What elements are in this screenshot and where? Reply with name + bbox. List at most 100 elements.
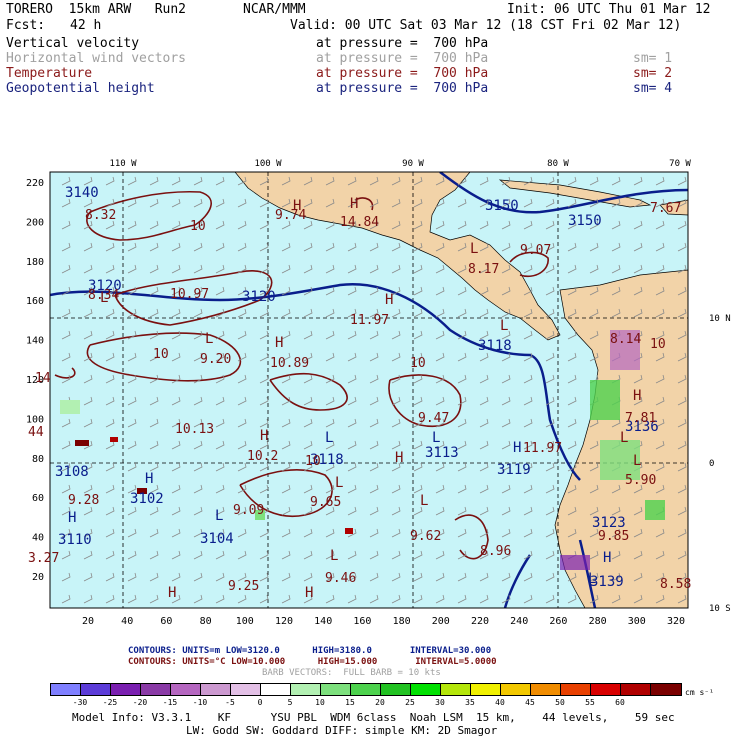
- physics-info: LW: Godd SW: Goddard DIFF: simple KM: 2D…: [186, 724, 498, 737]
- y-tick-label: 100: [26, 414, 44, 425]
- high-low-marker: H: [275, 335, 283, 351]
- colorbar-label: 55: [585, 698, 595, 707]
- temperature-contour-label: 9.20: [200, 352, 231, 367]
- x-tick-label: 160: [353, 616, 371, 627]
- height-contour-label: 3108: [55, 464, 89, 480]
- temperature-contour-label: 14.84: [340, 215, 379, 230]
- high-low-marker: H: [513, 440, 521, 456]
- temperature-contour-label: 9.25: [228, 579, 259, 594]
- high-low-marker: H: [385, 292, 393, 308]
- y-tick-label: 180: [26, 257, 44, 268]
- height-contour-label: 3119: [497, 462, 531, 478]
- high-low-marker: L: [215, 508, 223, 524]
- height-contour-info: CONTOURS: UNITS=m LOW=3120.0 HIGH=3180.0…: [128, 646, 492, 656]
- high-low-marker: L: [420, 493, 428, 509]
- colorbar-swatch: [440, 683, 472, 696]
- y-tick-label: 220: [26, 178, 44, 189]
- colorbar-label: 60: [615, 698, 625, 707]
- high-low-marker: L: [330, 548, 338, 564]
- colorbar-swatch: [110, 683, 142, 696]
- colorbar-label: 30: [435, 698, 445, 707]
- high-low-marker: H: [168, 585, 176, 601]
- y-tick-label: 20: [32, 572, 44, 583]
- high-low-marker: L: [205, 331, 213, 347]
- colorbar-swatch: [380, 683, 412, 696]
- colorbar-label: -15: [162, 698, 178, 707]
- high-low-marker: H: [603, 550, 611, 566]
- high-low-marker: L: [620, 430, 628, 446]
- height-contour-label: 3110: [58, 532, 92, 548]
- temperature-contour-label: 9.46: [325, 571, 356, 586]
- high-low-marker: L: [633, 453, 641, 469]
- colorbar-swatch: [590, 683, 622, 696]
- colorbar-label: 20: [375, 698, 385, 707]
- high-low-marker: H: [293, 198, 301, 214]
- lon-label: 110 W: [109, 159, 137, 169]
- x-tick-label: 120: [275, 616, 293, 627]
- high-low-marker: H: [260, 428, 268, 444]
- temperature-contour-label: 10.97: [170, 287, 209, 302]
- colorbar-swatch: [500, 683, 532, 696]
- temperature-contour-label: 8.96: [480, 544, 511, 559]
- temperature-contour-label: 7.81: [625, 411, 656, 426]
- lon-label: 90 W: [402, 159, 424, 169]
- high-low-marker: H: [68, 510, 76, 526]
- high-low-marker: L: [325, 430, 333, 446]
- temperature-contour-label: 8.17: [468, 262, 499, 277]
- y-tick-label: 40: [32, 533, 44, 544]
- colorbar-label: 45: [525, 698, 535, 707]
- x-tick-label: 100: [236, 616, 254, 627]
- colorbar-label: 15: [345, 698, 355, 707]
- temperature-contour-label: 9.07: [520, 243, 551, 258]
- x-tick-label: 80: [200, 616, 212, 627]
- y-tick-label: 140: [26, 336, 44, 347]
- height-contour-label: 3113: [425, 445, 459, 461]
- model-info: Model Info: V3.3.1 KF YSU PBL WDM 6class…: [72, 711, 675, 724]
- colorbar-label: 10: [315, 698, 325, 707]
- temperature-contour-label: 10.2: [247, 449, 278, 464]
- high-low-marker: L: [470, 241, 478, 257]
- colorbar-swatch: [290, 683, 322, 696]
- colorbar-label: 0: [257, 698, 263, 707]
- temperature-contour-label: 9.74: [275, 208, 306, 223]
- temperature-contour-label: 9.62: [410, 529, 441, 544]
- x-tick-label: 40: [121, 616, 133, 627]
- lat-label: 10 N: [709, 314, 731, 324]
- high-low-marker: H: [633, 388, 641, 404]
- high-low-marker: L: [432, 430, 440, 446]
- x-tick-label: 280: [589, 616, 607, 627]
- height-contour-label: 3150: [485, 198, 519, 214]
- colorbar-label: -30: [72, 698, 88, 707]
- colorbar-label: 25: [405, 698, 415, 707]
- temperature-contour-label: 9.65: [310, 495, 341, 510]
- height-contour-label: 3140: [65, 185, 99, 201]
- colorbar-swatch: [560, 683, 592, 696]
- temperature-contour-label: 10: [190, 219, 206, 234]
- temperature-contour-label: 7.67: [650, 201, 681, 216]
- height-contour-label: 3102: [130, 491, 164, 507]
- high-low-marker: L: [500, 318, 508, 334]
- temperature-contour-label: 10: [410, 356, 426, 371]
- x-tick-label: 260: [549, 616, 567, 627]
- colorbar-swatch: [470, 683, 502, 696]
- colorbar-swatch: [170, 683, 202, 696]
- x-tick-label: 140: [314, 616, 332, 627]
- temperature-contour-label: 10.13: [175, 422, 214, 437]
- colorbar-swatch: [200, 683, 232, 696]
- lat-label: 0: [709, 459, 714, 469]
- colorbar-units: cm s⁻¹: [685, 688, 714, 697]
- temperature-contour-label: 10: [650, 337, 666, 352]
- y-tick-label: 200: [26, 217, 44, 228]
- lon-label: 80 W: [547, 159, 569, 169]
- x-tick-label: 320: [667, 616, 685, 627]
- height-contour-label: 3118: [478, 338, 512, 354]
- lon-label: 70 W: [669, 159, 691, 169]
- high-low-marker: H: [350, 196, 358, 212]
- colorbar-swatch: [650, 683, 682, 696]
- x-tick-label: 200: [432, 616, 450, 627]
- temperature-contour-label: 8.58: [660, 577, 691, 592]
- x-tick-label: 220: [471, 616, 489, 627]
- colorbar-swatch: [260, 683, 292, 696]
- colorbar-label: 5: [287, 698, 293, 707]
- x-tick-label: 180: [393, 616, 411, 627]
